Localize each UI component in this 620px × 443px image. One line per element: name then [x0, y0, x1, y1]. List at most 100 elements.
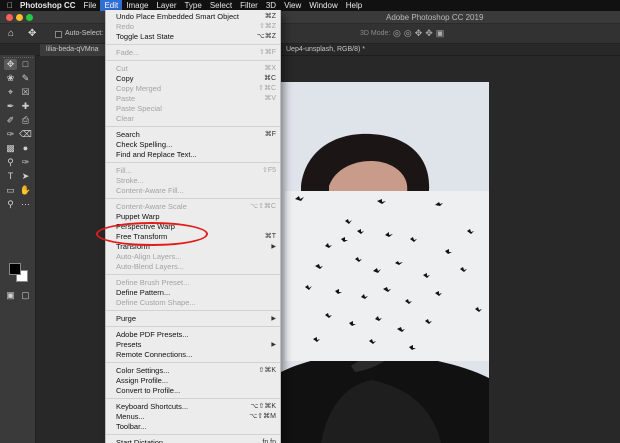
menu-item-label: Start Dictation...	[116, 438, 170, 443]
menu-separator	[106, 44, 280, 45]
more-tools-icon[interactable]: ⋯	[19, 199, 32, 210]
submenu-arrow-icon: ▶	[271, 316, 276, 322]
menu-item-label: Auto-Align Layers...	[116, 252, 182, 261]
gradient-tool-icon[interactable]: ▩	[4, 143, 17, 154]
birds-layer[interactable]	[285, 191, 489, 361]
menu-item-puppet-warp[interactable]: Puppet Warp	[106, 212, 280, 222]
type-tool-icon[interactable]: T	[4, 171, 17, 182]
menu-item-label: Toggle Last State	[116, 32, 174, 41]
minimize-window-button[interactable]	[16, 14, 23, 21]
menu-item-stroke[interactable]: Stroke...	[106, 176, 280, 186]
menu-item-assign-profile[interactable]: Assign Profile...	[106, 376, 280, 386]
menu-item-label: Puppet Warp	[116, 212, 160, 221]
quick-select-tool-icon[interactable]: ✎	[19, 73, 32, 84]
menu-item-shortcut: ⌘V	[264, 95, 276, 102]
auto-select-checkbox[interactable]	[55, 31, 62, 38]
close-window-button[interactable]	[6, 14, 13, 21]
menu-item-paste[interactable]: Paste ⌘V	[106, 94, 280, 104]
menu-item-content-aware-scale[interactable]: Content-Aware Scale ⌥⇧⌘C	[106, 202, 280, 212]
menu-item-define-pattern[interactable]: Define Pattern...	[106, 288, 280, 298]
menu-item-content-aware-fill[interactable]: Content-Aware Fill...	[106, 186, 280, 196]
3d-mode-icons[interactable]: ◎◎✥✥▣	[393, 28, 447, 39]
menu-item-copy-merged[interactable]: Copy Merged ⇧⌘C	[106, 84, 280, 94]
menu-item-toolbar[interactable]: Toolbar...	[106, 422, 280, 432]
menu-item-auto-blend-layers[interactable]: Auto-Blend Layers...	[106, 262, 280, 272]
menu-item-label: Fill...	[116, 166, 132, 175]
home-icon[interactable]: ⌂	[8, 28, 14, 39]
menu-item-shortcut: ⇧⌘Z	[258, 23, 276, 30]
app-menu[interactable]: Photoshop CC	[16, 0, 80, 11]
menu-item-label: Define Pattern...	[116, 288, 171, 297]
zoom-tool-icon[interactable]: ⚲	[4, 199, 17, 210]
menu-item-fade[interactable]: Fade... ⇧⌘F	[106, 48, 280, 58]
frame-tool-icon[interactable]: ☒	[19, 87, 32, 98]
menu-file[interactable]: File	[80, 0, 101, 11]
menu-item-shortcut: ⌘X	[264, 65, 276, 72]
screen-mode-icon[interactable]: ▢	[19, 290, 32, 301]
menu-item-clear[interactable]: Clear	[106, 114, 280, 124]
menu-item-shortcut: ⌘C	[263, 75, 276, 82]
menu-item-auto-align-layers[interactable]: Auto-Align Layers...	[106, 252, 280, 262]
menu-help[interactable]: Help	[342, 0, 366, 11]
menu-item-paste-special[interactable]: Paste Special	[106, 104, 280, 114]
hand-tool-icon[interactable]: ✋	[19, 185, 32, 196]
menu-item-label: Search	[116, 130, 140, 139]
menu-item-label: Paste	[116, 94, 136, 103]
menu-separator	[106, 310, 280, 311]
zoom-window-button[interactable]	[26, 14, 33, 21]
history-brush-tool-icon[interactable]: ✑	[4, 129, 17, 140]
menu-item-label: Find and Replace Text...	[116, 150, 197, 159]
move-tool-icon[interactable]: ✥	[4, 59, 17, 70]
pen-tool-icon[interactable]: ✑	[19, 157, 32, 168]
menu-item-define-custom-shape[interactable]: Define Custom Shape...	[106, 298, 280, 308]
document-tab-title-continued[interactable]: Uep4-unsplash, RGB/8) *	[282, 44, 369, 56]
dodge-tool-icon[interactable]: ⚲	[4, 157, 17, 168]
healing-brush-tool-icon[interactable]: ✚	[19, 101, 32, 112]
document-tab[interactable]: lilia-beda-qVMna	[40, 44, 105, 56]
menu-item-check-spelling[interactable]: Check Spelling...	[106, 140, 280, 150]
menu-item-purge[interactable]: Purge ▶	[106, 314, 280, 324]
path-selection-tool-icon[interactable]: ➤	[19, 171, 32, 182]
crop-tool-icon[interactable]: ⌖	[4, 87, 17, 98]
menu-item-color-settings[interactable]: Color Settings... ⇧⌘K	[106, 366, 280, 376]
lasso-tool-icon[interactable]: ❀	[4, 73, 17, 84]
quick-mask-icon[interactable]: ▣	[4, 290, 17, 301]
menu-item-shortcut: ⇧⌘F	[258, 49, 276, 56]
marquee-tool-icon[interactable]: □	[19, 59, 32, 70]
blur-tool-icon[interactable]: ●	[19, 143, 32, 154]
mac-menu-bar:  Photoshop CC File Edit Image Layer Typ…	[0, 0, 620, 11]
menu-item-label: Cut	[116, 64, 128, 73]
window-title: Adobe Photoshop CC 2019	[386, 13, 484, 22]
menu-item-shortcut: ⌘Z	[264, 13, 276, 20]
eraser-tool-icon[interactable]: ⌫	[19, 129, 32, 140]
menu-item-copy[interactable]: Copy ⌘C	[106, 74, 280, 84]
menu-item-shortcut: ⌘F	[264, 131, 276, 138]
menu-item-keyboard-shortcuts[interactable]: Keyboard Shortcuts... ⌥⇧⌘K	[106, 402, 280, 412]
apple-icon[interactable]: 	[4, 1, 16, 10]
rectangle-tool-icon[interactable]: ▭	[4, 185, 17, 196]
menu-view[interactable]: View	[280, 0, 305, 11]
menu-item-convert-to-profile[interactable]: Convert to Profile...	[106, 386, 280, 396]
menu-item-remote-connections[interactable]: Remote Connections...	[106, 350, 280, 360]
menu-item-adobe-pdf-presets[interactable]: Adobe PDF Presets...	[106, 330, 280, 340]
menu-item-cut[interactable]: Cut ⌘X	[106, 64, 280, 74]
menu-item-label: Remote Connections...	[116, 350, 193, 359]
menu-item-start-dictation[interactable]: Start Dictation... fn fn	[106, 438, 280, 443]
foreground-color-swatch[interactable]	[9, 263, 21, 275]
brush-tool-icon[interactable]: ✐	[4, 115, 17, 126]
menu-item-find-and-replace-text[interactable]: Find and Replace Text...	[106, 150, 280, 160]
menu-item-search[interactable]: Search ⌘F	[106, 130, 280, 140]
move-tool-icon[interactable]: ✥	[28, 28, 36, 39]
menu-item-menus[interactable]: Menus... ⌥⇧⌘M	[106, 412, 280, 422]
menu-item-undo-place-embedded-smart-object[interactable]: Undo Place Embedded Smart Object ⌘Z	[106, 12, 280, 22]
auto-select-label: Auto-Select:	[65, 30, 104, 37]
eyedropper-tool-icon[interactable]: ✒	[4, 101, 17, 112]
menu-item-redo[interactable]: Redo ⇧⌘Z	[106, 22, 280, 32]
menu-item-define-brush-preset[interactable]: Define Brush Preset...	[106, 278, 280, 288]
menu-item-fill[interactable]: Fill... ⇧F5	[106, 166, 280, 176]
clone-stamp-tool-icon[interactable]: ⎙	[19, 115, 32, 126]
menu-item-toggle-last-state[interactable]: Toggle Last State ⌥⌘Z	[106, 32, 280, 42]
menu-item-label: Check Spelling...	[116, 140, 173, 149]
menu-item-presets[interactable]: Presets ▶	[106, 340, 280, 350]
menu-window[interactable]: Window	[305, 0, 341, 11]
